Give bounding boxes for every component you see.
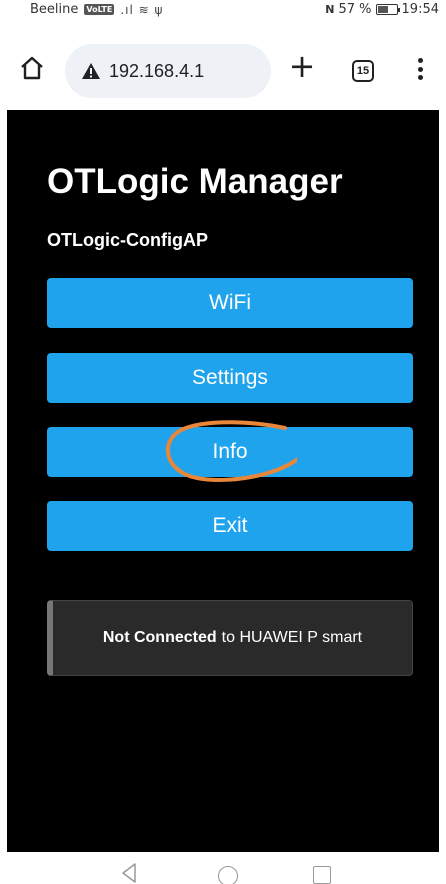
browser-toolbar: 192.168.4.1 + 15: [0, 40, 446, 102]
address-bar[interactable]: 192.168.4.1: [65, 44, 271, 98]
connection-status-bold: Not Connected: [102, 629, 217, 646]
carrier-name: Beeline: [30, 2, 79, 17]
more-menu-icon[interactable]: [410, 54, 430, 84]
volte-badge: VoLTE: [84, 4, 115, 15]
warning-triangle-icon[interactable]: [81, 62, 101, 80]
connection-status-text: to HUAWEI P smart: [221, 629, 363, 646]
page-title: OTLogic Manager: [47, 162, 343, 201]
status-left: Beeline VoLTE .ıl ≋ ψ: [30, 2, 163, 17]
status-right: N 57 % 19:54: [325, 2, 439, 17]
tab-switcher-button[interactable]: 15: [352, 60, 374, 82]
info-button[interactable]: Info: [47, 427, 413, 477]
wifi-button[interactable]: WiFi: [47, 278, 413, 328]
settings-button[interactable]: Settings: [47, 353, 413, 403]
web-page: OTLogic Manager OTLogic-ConfigAP WiFi Se…: [7, 110, 439, 852]
recents-icon[interactable]: [313, 866, 331, 884]
signal-wifi-usb-icons: .ıl ≋ ψ: [120, 2, 164, 17]
access-point-name: OTLogic-ConfigAP: [47, 230, 208, 250]
connection-status: Not Connected to HUAWEI P smart: [47, 600, 413, 676]
home-nav-icon[interactable]: [218, 866, 238, 884]
clock: 19:54: [401, 2, 439, 17]
nfc-icon: N: [325, 3, 335, 16]
exit-button[interactable]: Exit: [47, 501, 413, 551]
back-icon[interactable]: [121, 862, 137, 884]
status-bar: Beeline VoLTE .ıl ≋ ψ N 57 % 19:54: [0, 0, 446, 30]
system-nav-bar: [0, 852, 446, 884]
new-tab-button[interactable]: +: [286, 50, 318, 83]
battery-percent: 57 %: [338, 2, 372, 17]
home-icon[interactable]: [18, 54, 46, 82]
url-text[interactable]: 192.168.4.1: [109, 61, 204, 82]
battery-icon: [375, 4, 400, 15]
